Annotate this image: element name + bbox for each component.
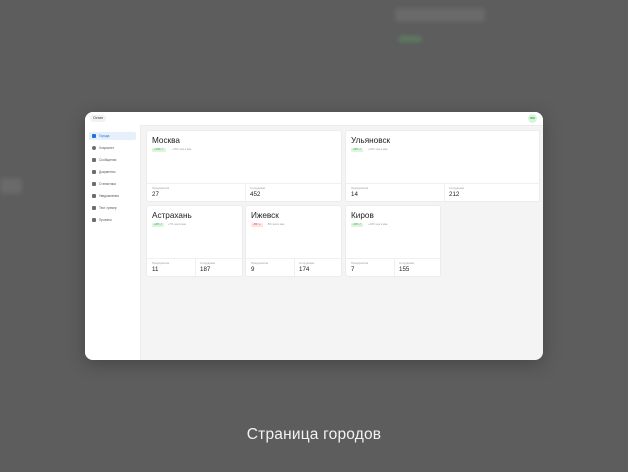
- growth-note: +12% чем в мае: [368, 148, 388, 151]
- sidebar-item-label: Хозрасчет: [99, 146, 115, 150]
- stat-employees: Сотрудники 155: [394, 259, 442, 276]
- stat-enterprises: Предприятия 11: [147, 259, 195, 276]
- sidebar-item-cities[interactable]: Города: [89, 132, 136, 140]
- stat-label: Предприятия: [152, 186, 170, 190]
- stat-label: Сотрудники: [299, 261, 315, 265]
- city-card[interactable]: Астрахань +6% ↗ +7% чем в мае Предприяти…: [146, 205, 243, 277]
- card-stats: Предприятия 7 Сотрудники 155: [346, 258, 440, 276]
- stat-value: 452: [250, 191, 261, 198]
- city-card[interactable]: Москва +14% ↗ +15% чем в мае Предприятия…: [146, 130, 342, 202]
- sidebar-item-projects[interactable]: Проекты: [89, 216, 136, 224]
- clock-icon: [92, 146, 96, 150]
- city-name: Астрахань: [152, 211, 192, 220]
- card-stats: Предприятия 11 Сотрудники 187: [147, 258, 242, 276]
- stat-value: 14: [351, 191, 358, 198]
- mail-icon: [92, 158, 96, 162]
- stat-value: 174: [299, 266, 310, 273]
- sidebar-item-label: Сообщения: [99, 158, 117, 162]
- background-blur: [0, 178, 22, 194]
- avatar[interactable]: ЮК: [528, 114, 537, 123]
- sidebar-item-label: Города: [99, 134, 110, 138]
- sidebar-item-statistics[interactable]: Статистика: [89, 180, 136, 188]
- growth-note: +7% чем в мае: [168, 223, 187, 226]
- stat-employees: Сотрудники 212: [444, 184, 541, 201]
- growth-note: +15% чем в мае: [172, 148, 192, 151]
- card-stats: Предприятия 14 Сотрудники 212: [346, 183, 539, 201]
- stat-value: 27: [152, 191, 159, 198]
- stat-enterprises: Предприятия 27: [147, 184, 245, 201]
- bell-icon: [92, 194, 96, 198]
- sidebar-item-test-tracker[interactable]: Тест-трекер: [89, 204, 136, 212]
- city-card[interactable]: Ульяновск +9% ↗ +12% чем в мае Предприят…: [345, 130, 540, 202]
- background-blur: [395, 8, 485, 22]
- page-caption: Страница городов: [246, 426, 382, 443]
- city-icon: [92, 134, 96, 138]
- growth-note: -5% чем в мае: [267, 223, 285, 226]
- growth-note: +12% чем в мае: [368, 223, 388, 226]
- chart-icon: [92, 182, 96, 186]
- stat-enterprises: Предприятия 9: [246, 259, 294, 276]
- check-icon: [92, 206, 96, 210]
- document-icon: [92, 170, 96, 174]
- city-name: Москва: [152, 136, 180, 145]
- stat-enterprises: Предприятия 7: [346, 259, 394, 276]
- app-window: Остин ЮК Города Хозрасчет Сообщения Доку…: [85, 112, 543, 360]
- background-blur: [398, 36, 422, 42]
- stat-label: Предприятия: [152, 261, 170, 265]
- sidebar-item-label: Документы: [99, 170, 116, 174]
- folder-icon: [92, 218, 96, 222]
- stat-label: Предприятия: [251, 261, 269, 265]
- growth-badge: +6% ↗: [152, 223, 165, 227]
- stat-value: 9: [251, 266, 255, 273]
- sidebar-item-documents[interactable]: Документы: [89, 168, 136, 176]
- stat-label: Сотрудники: [399, 261, 415, 265]
- growth-badge: -3% ↘: [251, 223, 263, 227]
- sidebar-item-messages[interactable]: Сообщения: [89, 156, 136, 164]
- stat-label: Сотрудники: [449, 186, 465, 190]
- stat-value: 11: [152, 266, 159, 273]
- sidebar-item-label: Тест-трекер: [99, 206, 117, 210]
- stat-value: 155: [399, 266, 410, 273]
- stat-label: Сотрудники: [200, 261, 216, 265]
- stat-enterprises: Предприятия 14: [346, 184, 444, 201]
- stat-value: 7: [351, 266, 355, 273]
- sidebar-item-label: Уведомления: [99, 194, 119, 198]
- growth-badge: +9% ↗: [351, 148, 364, 152]
- top-bar: Остин ЮК: [85, 112, 543, 126]
- city-card[interactable]: Ижевск -3% ↘ -5% чем в мае Предприятия 9…: [245, 205, 342, 277]
- sidebar-item-notifications[interactable]: Уведомления: [89, 192, 136, 200]
- card-stats: Предприятия 9 Сотрудники 174: [246, 258, 341, 276]
- city-card[interactable]: Киров +5% ↗ +12% чем в мае Предприятия 7…: [345, 205, 441, 277]
- stat-employees: Сотрудники 174: [294, 259, 343, 276]
- city-name: Киров: [351, 211, 374, 220]
- app-logo[interactable]: Остин: [90, 115, 106, 122]
- card-stats: Предприятия 27 Сотрудники 452: [147, 183, 341, 201]
- stat-value: 187: [200, 266, 211, 273]
- stat-label: Предприятия: [351, 186, 369, 190]
- sidebar: Города Хозрасчет Сообщения Документы Ста…: [85, 125, 141, 360]
- city-name: Ульяновск: [351, 136, 391, 145]
- stat-employees: Сотрудники 452: [245, 184, 343, 201]
- growth-badge: +5% ↗: [351, 223, 364, 227]
- sidebar-item-accounting[interactable]: Хозрасчет: [89, 144, 136, 152]
- stat-label: Предприятия: [351, 261, 369, 265]
- growth-badge: +14% ↗: [152, 148, 166, 152]
- city-name: Ижевск: [251, 211, 279, 220]
- sidebar-item-label: Проекты: [99, 218, 112, 222]
- stat-employees: Сотрудники 187: [195, 259, 244, 276]
- stat-label: Сотрудники: [250, 186, 266, 190]
- stat-value: 212: [449, 191, 460, 198]
- sidebar-item-label: Статистика: [99, 182, 116, 186]
